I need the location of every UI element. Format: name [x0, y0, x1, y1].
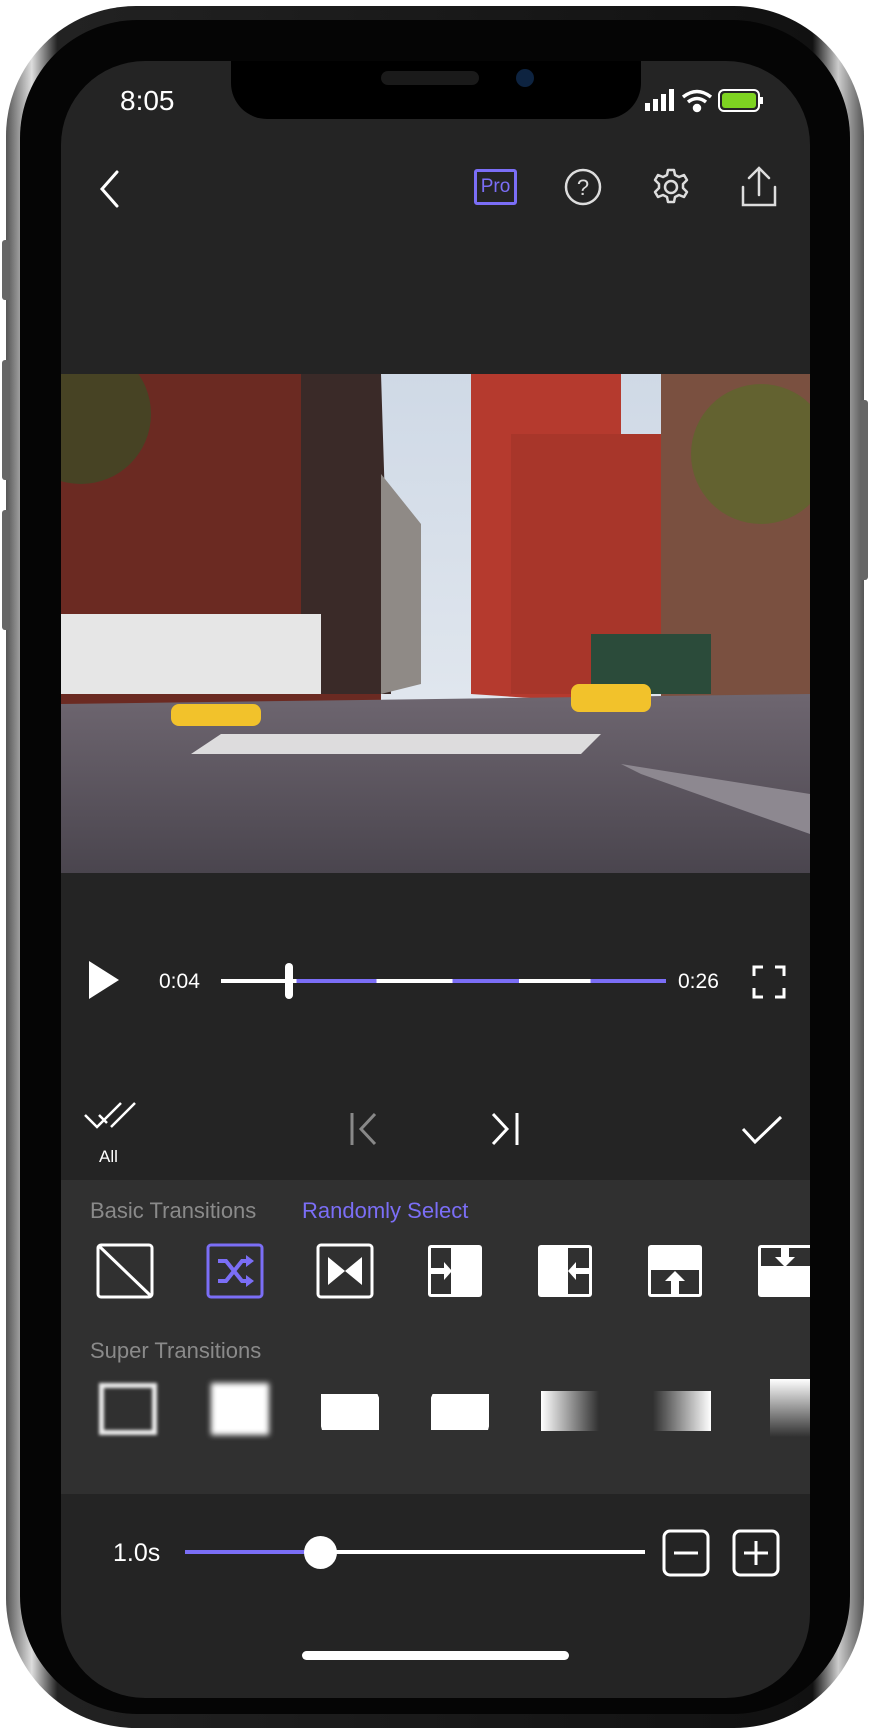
gear-icon[interactable] [651, 167, 691, 207]
transition-none[interactable] [96, 1243, 154, 1299]
notch [231, 61, 641, 119]
super-wave-right[interactable] [431, 1394, 489, 1430]
status-icons [645, 89, 763, 113]
super-fade-down[interactable] [770, 1379, 810, 1437]
duration-slider-thumb[interactable] [304, 1536, 337, 1569]
randomly-select-button[interactable]: Randomly Select [302, 1198, 468, 1224]
super-fade-left[interactable] [653, 1391, 711, 1431]
super-transitions-label: Super Transitions [90, 1338, 262, 1363]
video-preview [61, 374, 810, 873]
super-blur-frame[interactable] [99, 1383, 157, 1435]
pro-button[interactable]: Pro [474, 169, 517, 205]
timeline-thumb[interactable] [285, 963, 293, 999]
transition-push-left[interactable] [536, 1243, 594, 1299]
wifi-icon [681, 89, 713, 113]
play-button[interactable] [85, 959, 121, 1001]
transition-push-up[interactable] [646, 1243, 704, 1299]
total-time: 0:26 [678, 970, 719, 993]
duration-slider-fill [185, 1550, 319, 1554]
battery-icon [718, 89, 763, 112]
volume-down-button [2, 510, 10, 630]
mute-switch [2, 240, 10, 300]
share-icon[interactable] [739, 165, 779, 209]
fullscreen-icon[interactable] [752, 965, 786, 999]
help-icon[interactable]: ? [563, 167, 603, 207]
increase-button[interactable] [732, 1529, 780, 1577]
basic-transitions-label: Basic Transitions [90, 1198, 257, 1223]
select-all-label[interactable]: All [99, 1147, 118, 1167]
transition-random[interactable] [206, 1243, 264, 1299]
transition-push-down[interactable] [756, 1243, 810, 1299]
status-time: 8:05 [120, 85, 175, 116]
current-time: 0:04 [159, 970, 200, 993]
volume-up-button [2, 360, 10, 480]
previous-clip-icon[interactable] [349, 1111, 381, 1147]
signal-icon [645, 89, 674, 111]
super-wave-left[interactable] [321, 1394, 379, 1430]
back-button[interactable] [97, 169, 121, 209]
power-button [860, 400, 868, 580]
screen: 8:05 Pro ? 0:04 0:26 All Basic Transitio… [61, 61, 810, 1698]
transition-push-right[interactable] [426, 1243, 484, 1299]
transitions-panel [61, 1180, 810, 1494]
svg-text:?: ? [577, 175, 589, 200]
super-blur-fill[interactable] [211, 1383, 269, 1435]
duration-value: 1.0s [113, 1539, 161, 1567]
decrease-button[interactable] [662, 1529, 710, 1577]
next-clip-icon[interactable] [489, 1111, 521, 1147]
select-all-icon[interactable] [83, 1101, 137, 1137]
super-fade-right[interactable] [541, 1391, 599, 1431]
transition-cross[interactable] [316, 1243, 374, 1299]
home-indicator[interactable] [302, 1651, 569, 1660]
confirm-icon[interactable] [741, 1115, 783, 1145]
duration-slider[interactable] [185, 1550, 645, 1554]
